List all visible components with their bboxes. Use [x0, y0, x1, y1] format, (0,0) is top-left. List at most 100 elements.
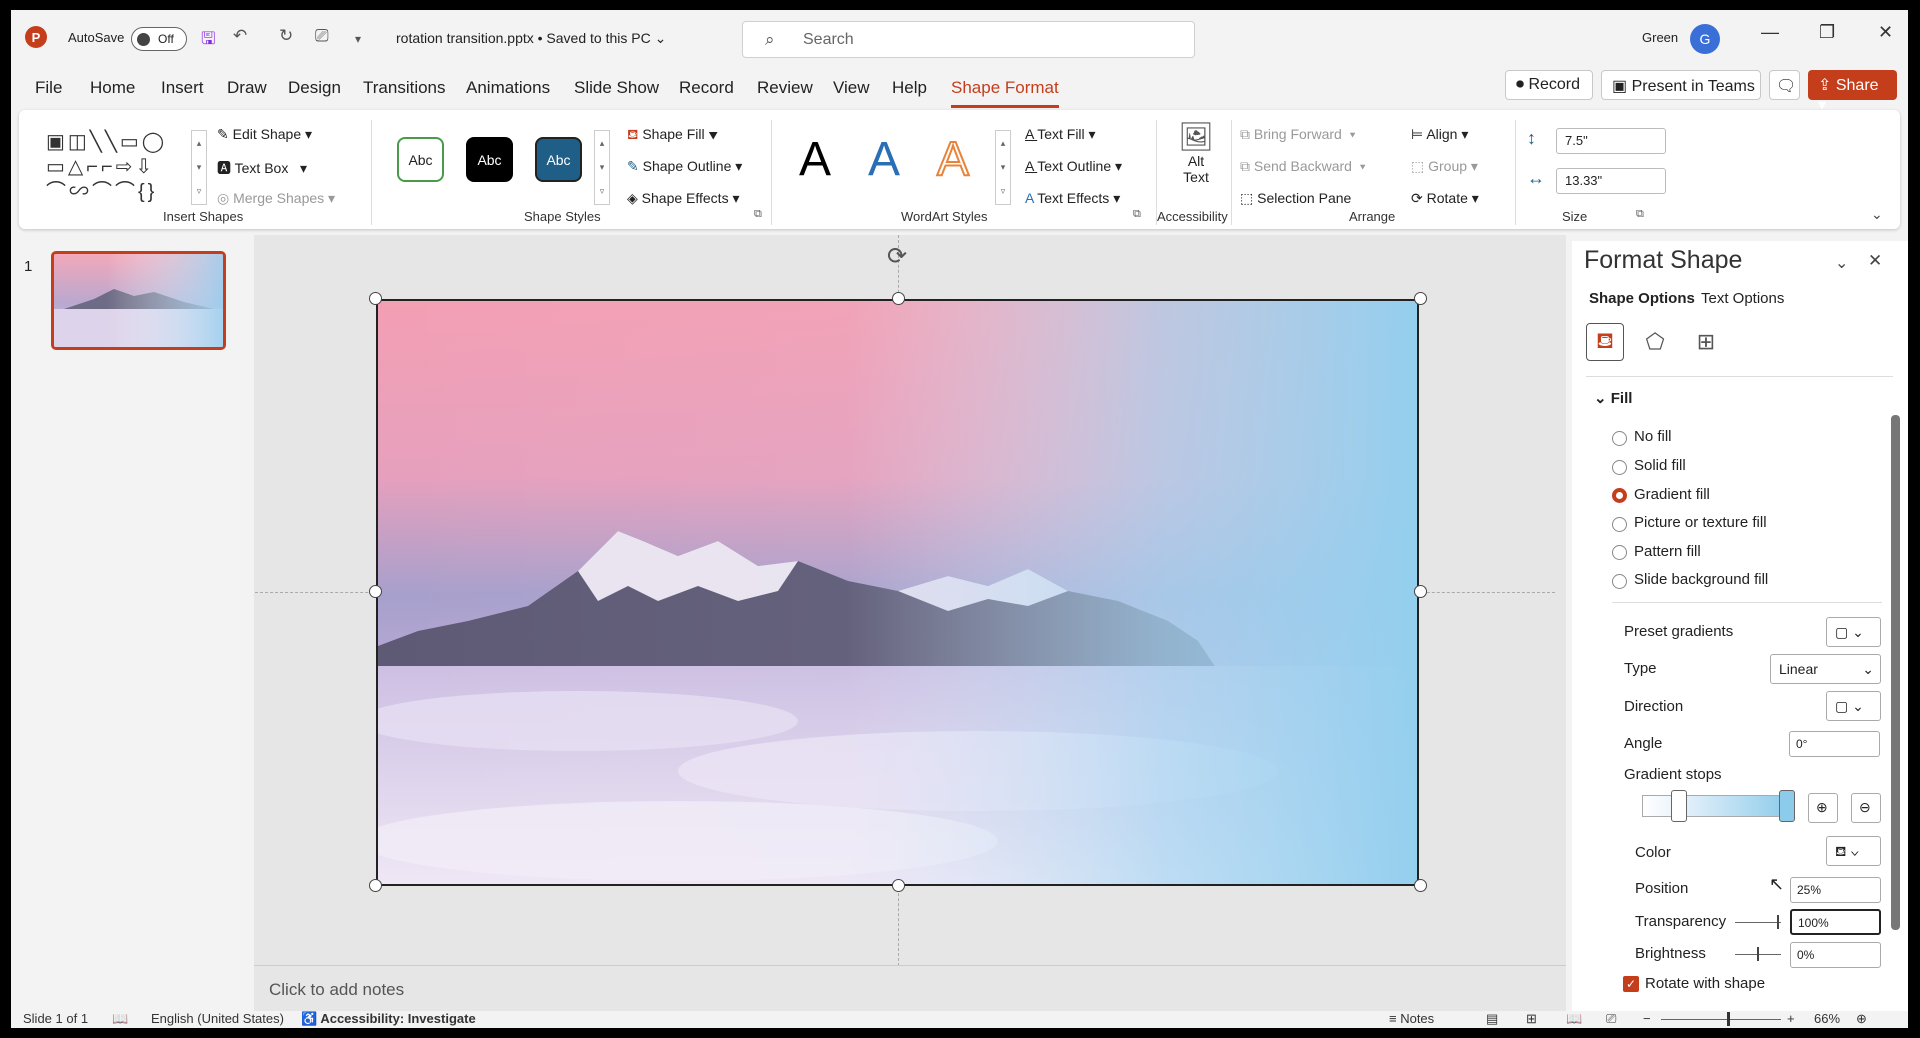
text-fill-button[interactable]: A Text Fill ▾ [1025, 126, 1096, 143]
gradient-fill-radio[interactable] [1612, 488, 1627, 503]
present-in-teams-button[interactable]: ▣ Present in Teams [1601, 70, 1761, 100]
send-backward-button[interactable]: ⧉ Send Backward ▾ [1240, 158, 1366, 175]
slide-thumbnail[interactable] [51, 251, 226, 350]
text-outline-button[interactable]: A Text Outline ▾ [1025, 158, 1122, 175]
size-properties-icon[interactable]: ⊞ [1687, 323, 1725, 361]
transparency-slider[interactable] [1735, 922, 1781, 923]
add-gradient-stop-button[interactable]: ⊕ [1808, 793, 1838, 823]
wordart-style-orange[interactable]: A [936, 132, 970, 187]
rotate-button[interactable]: ⟳ Rotate ▾ [1411, 190, 1479, 207]
size-launcher-icon[interactable]: ⧉ [1636, 208, 1644, 221]
present-from-start-icon[interactable]: ⎚ [315, 26, 329, 46]
tab-shape-options[interactable]: Shape Options [1589, 290, 1695, 307]
resize-handle[interactable] [1414, 879, 1427, 892]
fill-section-header[interactable]: ⌄ Fill [1594, 389, 1632, 407]
shape-fill-button[interactable]: ⛾ Shape Fill ▾ [627, 126, 718, 145]
shape-width-field[interactable]: 13.33" [1556, 168, 1666, 194]
gradient-stop-handle[interactable] [1671, 790, 1687, 822]
effects-icon[interactable]: ⬠ [1636, 323, 1674, 361]
remove-gradient-stop-button[interactable]: ⊖ [1851, 793, 1881, 823]
shape-style-blue[interactable]: Abc [535, 137, 582, 182]
gradient-stops-bar[interactable] [1642, 795, 1792, 817]
tab-design[interactable]: Design [288, 78, 341, 98]
record-button[interactable]: ⏺ Record [1505, 70, 1593, 100]
avatar[interactable]: G [1690, 24, 1720, 54]
color-dropdown[interactable]: ⛾ ⌄ [1826, 836, 1881, 866]
slide-background-fill-radio[interactable] [1612, 574, 1627, 589]
tab-view[interactable]: View [833, 78, 870, 98]
rotation-handle-icon[interactable]: ⟳ [887, 242, 907, 271]
merge-shapes-button[interactable]: ◎ Merge Shapes ▾ [217, 190, 335, 207]
brightness-slider-thumb[interactable] [1757, 947, 1759, 961]
selected-picture-shape[interactable] [376, 299, 1419, 886]
shape-effects-button[interactable]: ◈ Shape Effects ▾ [627, 190, 740, 207]
language-indicator[interactable]: English (United States) [151, 1011, 284, 1026]
wordart-style-black[interactable]: A [799, 132, 831, 187]
alt-text-button[interactable]: 🖼 Alt Text [1164, 120, 1228, 200]
close-icon[interactable]: ✕ [1878, 22, 1893, 43]
wordart-style-blue[interactable]: A [868, 132, 900, 187]
direction-dropdown[interactable]: ▢ ⌄ [1826, 691, 1881, 721]
zoom-slider[interactable] [1661, 1019, 1781, 1020]
shape-style-black[interactable]: Abc [466, 137, 513, 182]
share-button[interactable]: ⇪ Share ▾ [1808, 70, 1897, 114]
collapse-ribbon-icon[interactable]: ⌄ [1871, 206, 1883, 223]
resize-handle[interactable] [1414, 585, 1427, 598]
shape-styles-launcher-icon[interactable]: ⧉ [754, 208, 762, 221]
position-spinner[interactable]: 25% [1790, 877, 1881, 903]
shape-style-outline[interactable]: Abc [397, 137, 444, 182]
angle-spinner[interactable]: 0° [1789, 731, 1880, 757]
shapes-gallery[interactable]: ▣◫╲╲▭◯ ▭△⌐⌐⇨⇩ ⌒∽⌒⌒{} [46, 130, 191, 205]
comments-button[interactable]: 🗨 [1769, 70, 1800, 100]
tab-home[interactable]: Home [90, 78, 135, 98]
slide-show-icon[interactable]: ⎚ [1606, 1011, 1616, 1027]
undo-icon[interactable]: ↶ [233, 26, 247, 46]
brightness-spinner[interactable]: 0% [1790, 942, 1881, 968]
bring-forward-button[interactable]: ⧉ Bring Forward ▾ [1240, 126, 1355, 143]
shape-outline-button[interactable]: ✎ Shape Outline ▾ [627, 158, 742, 175]
gradient-stop-handle[interactable] [1779, 790, 1795, 822]
text-effects-button[interactable]: A Text Effects ▾ [1025, 190, 1120, 207]
group-button[interactable]: ⬚ Group ▾ [1411, 158, 1478, 175]
wordart-scroll[interactable]: ▴ ▾ ▿ [995, 130, 1011, 205]
tab-transitions[interactable]: Transitions [363, 78, 446, 98]
tab-record[interactable]: Record [679, 78, 734, 98]
close-pane-icon[interactable]: ✕ [1868, 251, 1882, 271]
rotate-with-shape-checkbox[interactable]: ✓ [1623, 976, 1639, 992]
shapes-gallery-scroll[interactable]: ▴ ▾ ▿ [191, 130, 207, 205]
fit-to-window-icon[interactable]: ⊕ [1856, 1011, 1867, 1027]
text-box-button[interactable]: 🅰 Text Box ▾ [217, 158, 307, 178]
document-title[interactable]: rotation transition.pptx • Saved to this… [396, 30, 666, 47]
tab-slide-show[interactable]: Slide Show [574, 78, 659, 98]
picture-fill-radio[interactable] [1612, 517, 1627, 532]
fill-and-line-icon[interactable]: ⛾ [1586, 323, 1624, 361]
resize-handle[interactable] [1414, 292, 1427, 305]
spell-check-icon[interactable]: 📖 [112, 1011, 128, 1027]
tab-shape-format[interactable]: Shape Format [951, 78, 1059, 108]
pane-options-icon[interactable]: ⌄ [1835, 253, 1848, 273]
resize-handle[interactable] [369, 879, 382, 892]
minimize-icon[interactable]: — [1761, 22, 1779, 43]
shape-styles-scroll[interactable]: ▴ ▾ ▿ [594, 130, 610, 205]
zoom-out-icon[interactable]: − [1643, 1011, 1651, 1026]
notes-toggle[interactable]: ≡ Notes [1389, 1011, 1434, 1026]
slide-sorter-icon[interactable]: ⊞ [1526, 1011, 1537, 1027]
wordart-launcher-icon[interactable]: ⧉ [1133, 208, 1141, 221]
resize-handle[interactable] [369, 585, 382, 598]
tab-animations[interactable]: Animations [466, 78, 550, 98]
tab-file[interactable]: File [35, 78, 62, 98]
resize-handle[interactable] [369, 292, 382, 305]
tab-text-options[interactable]: Text Options [1701, 290, 1784, 307]
transparency-spinner[interactable]: 100% [1790, 909, 1881, 935]
edit-shape-button[interactable]: ✎ Edit Shape ▾ [217, 126, 312, 143]
notes-pane[interactable]: Click to add notes [254, 965, 1566, 1011]
no-fill-radio[interactable] [1612, 431, 1627, 446]
transparency-slider-thumb[interactable] [1777, 915, 1779, 929]
tab-review[interactable]: Review [757, 78, 813, 98]
tab-help[interactable]: Help [892, 78, 927, 98]
search-box[interactable]: ⌕ Search [742, 21, 1195, 58]
zoom-level[interactable]: 66% [1814, 1011, 1840, 1026]
pattern-fill-radio[interactable] [1612, 545, 1627, 560]
tab-draw[interactable]: Draw [227, 78, 267, 98]
resize-handle[interactable] [892, 292, 905, 305]
